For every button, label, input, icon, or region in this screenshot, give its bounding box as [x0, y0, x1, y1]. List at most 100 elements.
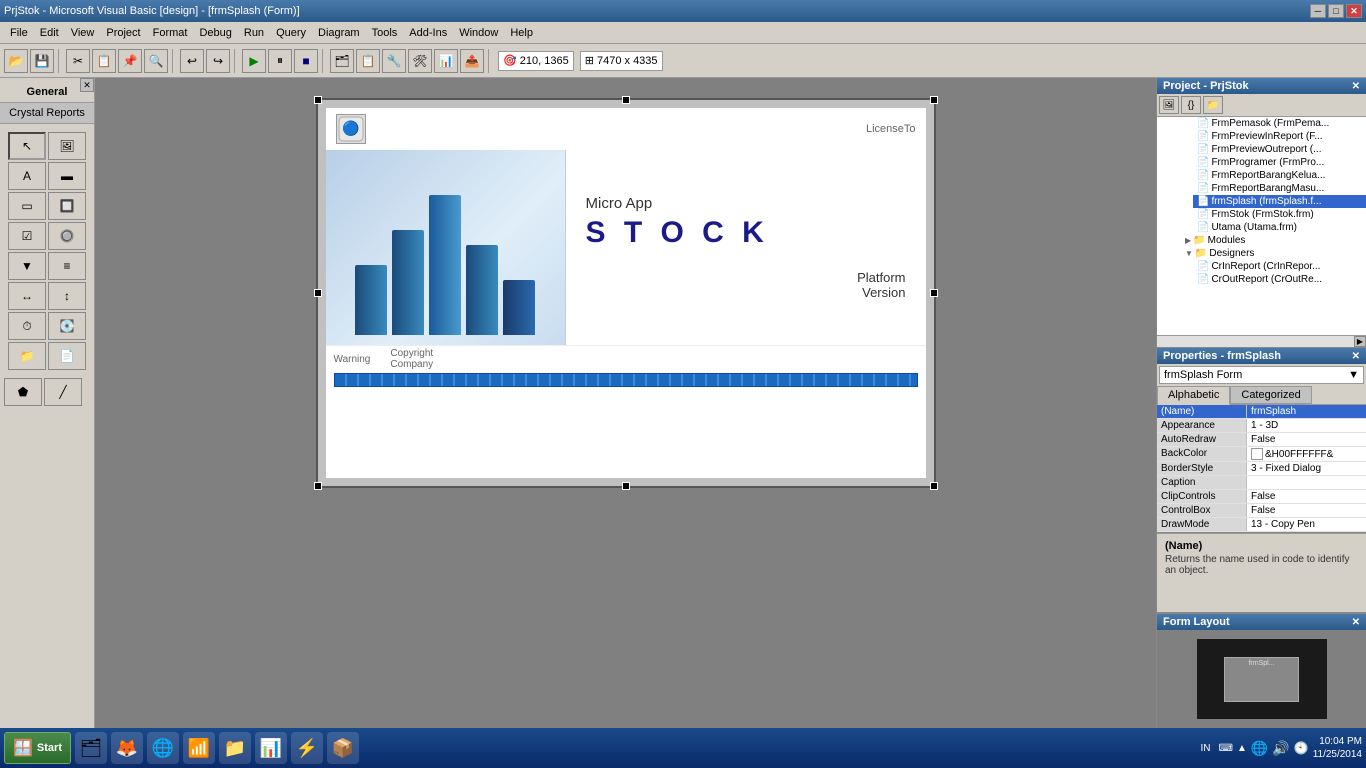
- taskbar-icon-file[interactable]: 🗂: [75, 732, 107, 764]
- prop-row-clipcontrols[interactable]: ClipControls False: [1157, 490, 1366, 504]
- close-button[interactable]: ✕: [1346, 4, 1362, 18]
- menu-project[interactable]: Project: [100, 25, 146, 41]
- menu-file[interactable]: File: [4, 25, 34, 41]
- menu-help[interactable]: Help: [504, 25, 539, 41]
- tree-item-frmprog[interactable]: 📄 FrmProgramer (FrmPro...: [1193, 156, 1366, 169]
- tab-categorized[interactable]: Categorized: [1230, 386, 1311, 404]
- tb-stop-btn[interactable]: ■: [294, 49, 318, 73]
- tool-shape[interactable]: ⬟: [4, 378, 42, 406]
- tree-item-frmpreviewin[interactable]: 📄 FrmPreviewInReport (F...: [1193, 130, 1366, 143]
- tool-textbox[interactable]: ▬: [48, 162, 86, 190]
- maximize-button[interactable]: □: [1328, 4, 1344, 18]
- prop-row-backcolor[interactable]: BackColor &H00FFFFFF&: [1157, 447, 1366, 462]
- tool-file[interactable]: 📄: [48, 342, 86, 370]
- form-layout-close-btn[interactable]: ✕: [1352, 617, 1360, 628]
- start-button[interactable]: 🪟 Start: [4, 732, 71, 764]
- tb-copy-btn[interactable]: 📋: [92, 49, 116, 73]
- menu-format[interactable]: Format: [147, 25, 194, 41]
- menu-debug[interactable]: Debug: [193, 25, 237, 41]
- tool-hscroll[interactable]: ↔: [8, 282, 46, 310]
- tb-save-btn[interactable]: 💾: [30, 49, 54, 73]
- taskbar-icon-browser[interactable]: 🦊: [111, 732, 143, 764]
- tb-proj-btn[interactable]: 🗂: [330, 49, 354, 73]
- tb-fmly-btn[interactable]: 🔧: [382, 49, 406, 73]
- tree-item-designers[interactable]: ▼ 📁 Designers: [1181, 247, 1366, 260]
- form-layout-preview: frmSpl...: [1157, 630, 1366, 728]
- toolbox-close-btn[interactable]: ✕: [80, 78, 94, 92]
- up-arrow-icon[interactable]: ▲: [1237, 743, 1247, 754]
- tool-frame[interactable]: ▭: [8, 192, 46, 220]
- properties-close-btn[interactable]: ✕: [1352, 351, 1360, 362]
- form-preview-box[interactable]: frmSpl...: [1224, 657, 1299, 702]
- tree-item-frmpreviewout[interactable]: 📄 FrmPreviewOutreport (...: [1193, 143, 1366, 156]
- tb-misc1-btn[interactable]: 📊: [434, 49, 458, 73]
- tb-redo-btn[interactable]: ↪: [206, 49, 230, 73]
- menu-window[interactable]: Window: [453, 25, 504, 41]
- tb-find-btn[interactable]: 🔍: [144, 49, 168, 73]
- left-panel: ✕ General Crystal Reports ↖ 🖼 A ▬ ▭ 🔲 ☑ …: [0, 78, 95, 728]
- tool-list[interactable]: ≡: [48, 252, 86, 280]
- taskbar-icon-tool[interactable]: ⚡: [291, 732, 323, 764]
- tree-item-utama[interactable]: 📄 Utama (Utama.frm): [1193, 221, 1366, 234]
- toggle-folders-btn[interactable]: 📁: [1203, 96, 1223, 114]
- view-object-btn[interactable]: 🖼: [1159, 96, 1179, 114]
- tree-item-frmsplash[interactable]: 📄 frmSplash (frmSplash.f...: [1193, 195, 1366, 208]
- taskbar-icon-wifi[interactable]: 📶: [183, 732, 215, 764]
- minimize-button[interactable]: ─: [1310, 4, 1326, 18]
- taskbar-icon-pkg[interactable]: 📦: [327, 732, 359, 764]
- tree-item-frmreportkelua[interactable]: 📄 FrmReportBarangKelua...: [1193, 169, 1366, 182]
- prop-row-name[interactable]: (Name) frmSplash: [1157, 405, 1366, 419]
- tree-item-modules[interactable]: ▶ 📁 Modules: [1181, 234, 1366, 247]
- prop-row-controlbox[interactable]: ControlBox False: [1157, 504, 1366, 518]
- tree-item-frmstok[interactable]: 📄 FrmStok (FrmStok.frm): [1193, 208, 1366, 221]
- tab-alphabetic[interactable]: Alphabetic: [1157, 386, 1230, 405]
- tool-drive[interactable]: 💽: [48, 312, 86, 340]
- menu-tools[interactable]: Tools: [366, 25, 404, 41]
- tool-pointer[interactable]: ↖: [8, 132, 46, 160]
- taskbar-icon-chrome[interactable]: 🌐: [147, 732, 179, 764]
- menu-view[interactable]: View: [65, 25, 101, 41]
- tb-pause-btn[interactable]: ⏸: [268, 49, 292, 73]
- tool-label[interactable]: A: [8, 162, 46, 190]
- taskbar-icon-folder[interactable]: 📁: [219, 732, 251, 764]
- menu-addins[interactable]: Add-Ins: [403, 25, 453, 41]
- tree-item-frmpema[interactable]: 📄 FrmPemasok (FrmPema...: [1193, 117, 1366, 130]
- network-icon[interactable]: 🌐: [1251, 740, 1268, 757]
- tb-open-btn[interactable]: 📂: [4, 49, 28, 73]
- tree-item-crinreport[interactable]: 📄 CrInReport (CrInRepor...: [1193, 260, 1366, 273]
- tab-crystal-reports[interactable]: Crystal Reports: [0, 103, 94, 124]
- tool-button[interactable]: 🔲: [48, 192, 86, 220]
- tool-radio[interactable]: 🔘: [48, 222, 86, 250]
- tree-item-croutreport[interactable]: 📄 CrOutReport (CrOutRe...: [1193, 273, 1366, 286]
- tb-cut-btn[interactable]: ✂: [66, 49, 90, 73]
- tool-checkbox[interactable]: ☑: [8, 222, 46, 250]
- properties-selector[interactable]: frmSplash Form ▼: [1159, 366, 1364, 384]
- volume-icon[interactable]: 🔊: [1272, 740, 1289, 757]
- tb-misc2-btn[interactable]: 📤: [460, 49, 484, 73]
- form-canvas[interactable]: 🔵 LicenseTo: [316, 98, 936, 488]
- tool-combo[interactable]: ▼: [8, 252, 46, 280]
- prop-row-borderstyle[interactable]: BorderStyle 3 - Fixed Dialog: [1157, 462, 1366, 476]
- prop-row-autoredraw[interactable]: AutoRedraw False: [1157, 433, 1366, 447]
- view-code-btn[interactable]: {}: [1181, 96, 1201, 114]
- tb-paste-btn[interactable]: 📌: [118, 49, 142, 73]
- tb-run-btn[interactable]: ▶: [242, 49, 266, 73]
- menu-diagram[interactable]: Diagram: [312, 25, 366, 41]
- prop-row-caption[interactable]: Caption: [1157, 476, 1366, 490]
- tool-vscroll[interactable]: ↕: [48, 282, 86, 310]
- prop-row-drawmode[interactable]: DrawMode 13 - Copy Pen: [1157, 518, 1366, 532]
- tb-undo-btn[interactable]: ↩: [180, 49, 204, 73]
- menu-edit[interactable]: Edit: [34, 25, 65, 41]
- tree-item-frmreportmasu[interactable]: 📄 FrmReportBarangMasu...: [1193, 182, 1366, 195]
- taskbar-icon-report[interactable]: 📊: [255, 732, 287, 764]
- prop-row-appearance[interactable]: Appearance 1 - 3D: [1157, 419, 1366, 433]
- tb-prop-btn[interactable]: 📋: [356, 49, 380, 73]
- menu-query[interactable]: Query: [270, 25, 312, 41]
- tool-dir[interactable]: 📁: [8, 342, 46, 370]
- tool-timer[interactable]: ⏱: [8, 312, 46, 340]
- menu-run[interactable]: Run: [238, 25, 270, 41]
- tool-line[interactable]: ╱: [44, 378, 82, 406]
- tool-picturebox[interactable]: 🖼: [48, 132, 86, 160]
- tb-tool-btn[interactable]: 🛠: [408, 49, 432, 73]
- project-close-btn[interactable]: ✕: [1352, 81, 1360, 92]
